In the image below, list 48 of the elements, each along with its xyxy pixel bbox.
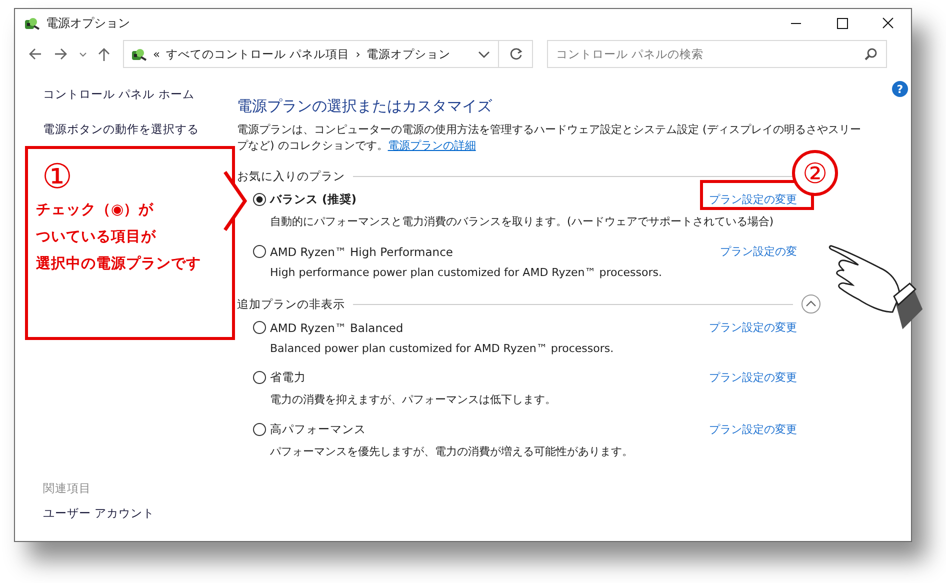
related-heading: 関連項目: [43, 481, 92, 496]
plan-name[interactable]: AMD Ryzen™ High Performance: [270, 244, 453, 258]
power-options-icon: [23, 15, 40, 31]
search-field[interactable]: コントロール パネルの検索: [547, 40, 887, 68]
forward-arrow-icon[interactable]: [53, 46, 69, 62]
callout-text: ついている項目が: [36, 228, 157, 247]
refresh-icon[interactable]: [508, 47, 522, 61]
plan-description: High performance power plan customized for AMD Ryzen™ processors.: [269, 266, 663, 279]
section-heading: お気に入りのプラン: [237, 168, 345, 184]
radio-button[interactable]: [253, 193, 266, 206]
breadcrumb-item[interactable]: すべてのコントロール パネル項目: [166, 46, 350, 62]
collapse-button[interactable]: [801, 294, 821, 314]
plan-name[interactable]: バランス (推奨): [270, 192, 357, 207]
radio-button[interactable]: [253, 371, 266, 384]
plan-settings-link[interactable]: プラン設定の変更: [709, 370, 797, 385]
back-arrow-icon[interactable]: [27, 46, 43, 62]
window-title: 電源オプション: [46, 14, 130, 32]
plan-description: 電力の消費を抑えますが、パフォーマンスは低下します。: [269, 392, 557, 407]
address-bar[interactable]: « すべてのコントロール パネル項目 › 電源オプション: [123, 40, 499, 68]
radio-button[interactable]: [253, 423, 266, 436]
callout-text: チェック（◉）が: [36, 201, 155, 220]
plan-settings-link[interactable]: プラン設定の変更: [709, 422, 797, 437]
page-title: 電源プランの選択またはカスタマイズ: [237, 97, 493, 116]
section-heading: 追加プランの非表示: [237, 296, 345, 312]
callout-text: 選択中の電源プランです: [36, 254, 202, 274]
sidebar-link[interactable]: ユーザー アカウント: [43, 506, 237, 521]
refresh-button[interactable]: [499, 40, 533, 68]
callout-number: ①: [42, 157, 74, 197]
plan-settings-link[interactable]: プラン設定の変: [720, 244, 797, 259]
up-arrow-icon[interactable]: [97, 46, 111, 62]
radio-button[interactable]: [253, 321, 266, 334]
details-link[interactable]: 電源プランの詳細: [388, 139, 476, 152]
plan-settings-link[interactable]: プラン設定の変更: [709, 320, 797, 335]
sidebar-link[interactable]: 電源ボタンの動作を選択する: [43, 122, 237, 137]
plan-description: パフォーマンスを優先しますが、電力の消費が増える可能性があります。: [269, 444, 634, 459]
breadcrumb-item[interactable]: 電源オプション: [366, 46, 450, 62]
search-icon[interactable]: [864, 47, 878, 61]
plan-description: Balanced power plan customized for AMD Ryzen™ processors.: [269, 342, 615, 355]
plan-name[interactable]: 省電力: [270, 370, 306, 385]
plan-description: 自動的にパフォーマンスと電力消費のバランスを取ります。(ハードウェアでサポートされている場合): [269, 214, 775, 229]
help-button[interactable]: ?: [892, 81, 908, 97]
radio-button[interactable]: [253, 245, 266, 258]
plan-name[interactable]: 高パフォーマンス: [270, 422, 366, 437]
power-options-icon: [130, 46, 147, 62]
breadcrumb-overflow[interactable]: «: [153, 47, 160, 61]
plan-name[interactable]: AMD Ryzen™ Balanced: [270, 320, 404, 334]
breadcrumb-separator[interactable]: ›: [356, 47, 360, 61]
sidebar-link[interactable]: コントロール パネル ホーム: [43, 87, 237, 102]
